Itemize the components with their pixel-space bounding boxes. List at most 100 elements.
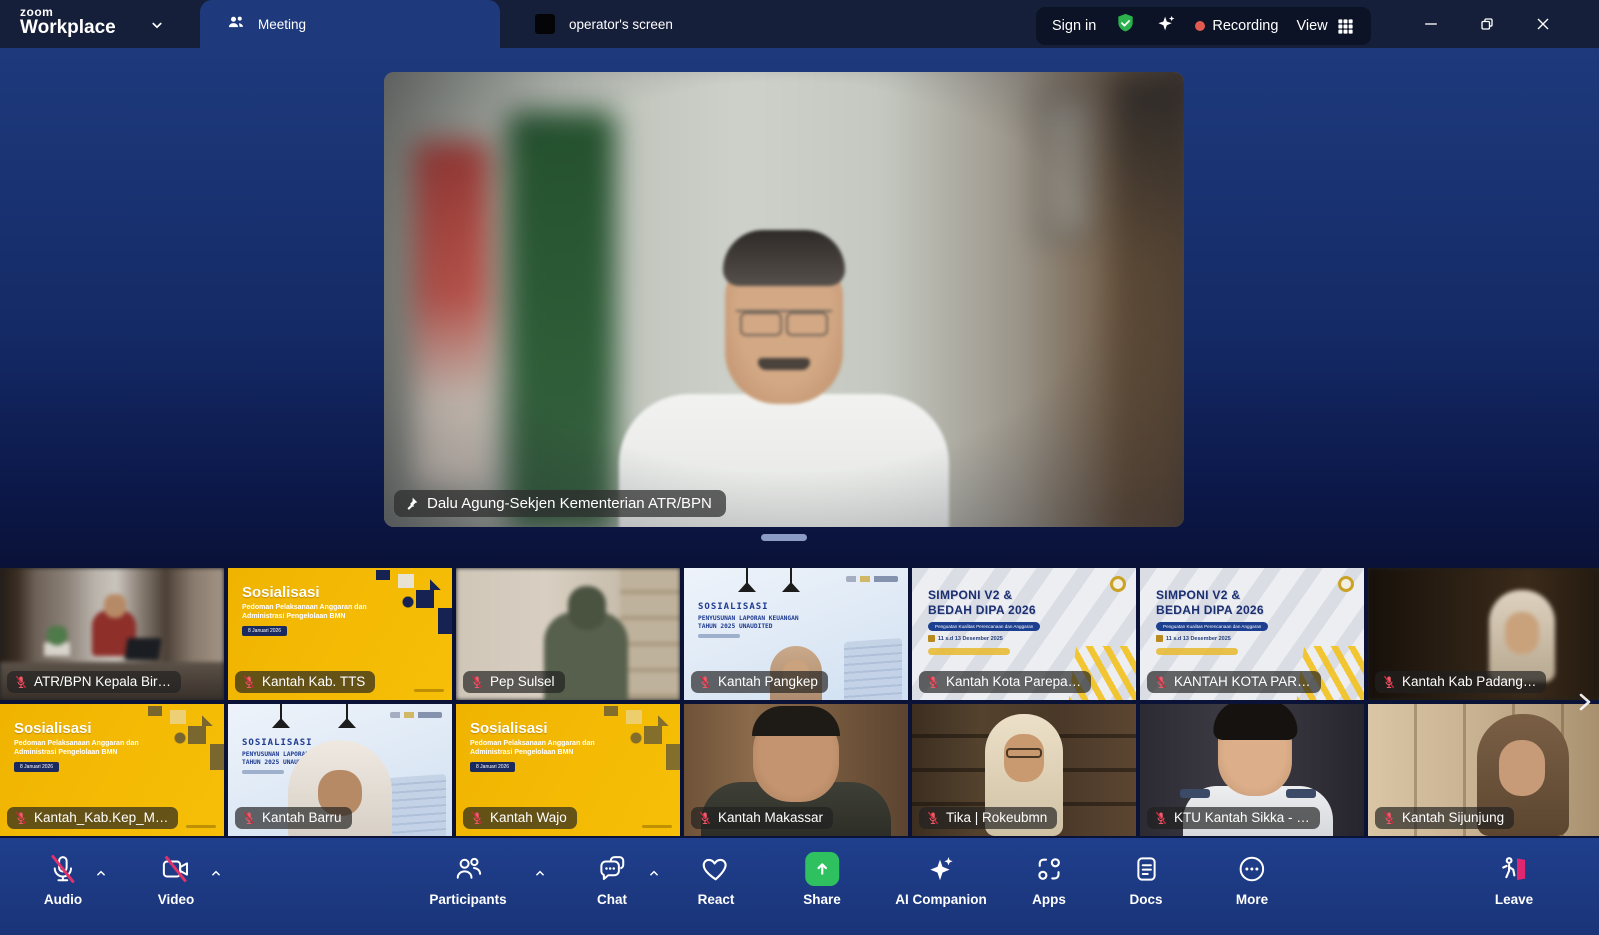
participant-name: KANTAH KOTA PAR… [1174, 674, 1311, 689]
view-label: View [1296, 18, 1327, 34]
apps-button[interactable]: Apps [1032, 852, 1066, 907]
share-label: Share [803, 892, 841, 907]
share-button[interactable]: Share [803, 852, 841, 907]
slide-title2: BEDAH DIPA 2026 [928, 603, 1036, 617]
muted-mic-icon [242, 675, 256, 689]
recording-label: Recording [1212, 18, 1278, 34]
participant-name: Kantah Wajo [490, 810, 567, 825]
participant-name-pill: Kantah_Kab.Kep_M… [7, 807, 178, 829]
restore-window-button[interactable] [1464, 0, 1510, 48]
workspace-dropdown-chevron-icon[interactable] [148, 16, 166, 34]
participant-tile[interactable]: Kantah Sijunjung [1368, 704, 1599, 836]
chat-button[interactable]: Chat [597, 852, 627, 907]
participant-gallery: ATR/BPN Kepala Bir… Sosialisasi Pedoman … [0, 566, 1599, 838]
meeting-toolbar: Audio Video Participants 218 Chat [0, 838, 1599, 935]
docs-icon [1131, 854, 1161, 884]
participant-name-pill: Kantah Sijunjung [1375, 807, 1514, 829]
next-page-arrow[interactable] [1571, 684, 1597, 720]
participant-tile[interactable]: Kantah Kab Padang… [1368, 568, 1599, 700]
slide-title: Sosialisasi [470, 720, 548, 737]
speaker-name: Dalu Agung-Sekjen Kementerian ATR/BPN [427, 495, 712, 512]
zoom-workplace-logo: zoom Workplace [20, 5, 116, 39]
close-button[interactable] [1520, 0, 1566, 48]
participants-label: Participants [429, 892, 506, 907]
participant-name-pill: Kantah Makassar [691, 807, 833, 829]
security-shield-icon[interactable] [1114, 12, 1137, 40]
ai-companion-status-icon[interactable] [1155, 13, 1177, 40]
apps-icon [1034, 854, 1064, 884]
slide-badge: Penguatan Kualitas Perencanaan dan Angga… [1156, 622, 1268, 631]
muted-mic-icon [926, 675, 940, 689]
participant-name: Pep Sulsel [490, 674, 555, 689]
ai-companion-label: AI Companion [895, 892, 987, 907]
participant-tile[interactable]: SOSIALISASI PENYUSUNAN LAPORAN KEUANGAN … [684, 568, 908, 700]
minimize-button[interactable] [1408, 0, 1454, 48]
participant-name: KTU Kantah Sikka - … [1174, 810, 1310, 825]
view-button[interactable]: View [1296, 17, 1354, 36]
react-label: React [698, 892, 735, 907]
participant-name-pill: Kantah Wajo [463, 807, 577, 829]
slide-title2: BEDAH DIPA 2026 [1156, 603, 1264, 617]
leave-button[interactable]: Leave [1495, 852, 1533, 907]
participant-tile[interactable]: SOSIALISASI PENYUSUNAN LAPORAN KEUANGAN … [228, 704, 452, 836]
heart-icon [701, 854, 731, 884]
react-button[interactable]: React [698, 852, 735, 907]
participant-name: ATR/BPN Kepala Bir… [34, 674, 171, 689]
tab-operator-screen[interactable]: operator's screen [505, 0, 835, 48]
muted-mic-icon [698, 811, 712, 825]
meeting-people-icon [226, 13, 246, 36]
ai-companion-button[interactable]: AI Companion [895, 852, 987, 907]
muted-mic-icon [470, 675, 484, 689]
participant-tile[interactable]: SIMPONI V2 & BEDAH DIPA 2026 Penguatan K… [912, 568, 1136, 700]
slide-line2: Administrasi Pengelolaan BMN [470, 749, 573, 756]
participant-tile[interactable]: ATR/BPN Kepala Bir… [0, 568, 224, 700]
participant-tile[interactable]: Sosialisasi Pedoman Pelaksanaan Anggaran… [228, 568, 452, 700]
slide-title: Sosialisasi [242, 584, 320, 601]
video-label: Video [158, 892, 195, 907]
sign-in-button[interactable]: Sign in [1052, 18, 1096, 34]
video-options-chevron[interactable] [209, 866, 224, 886]
audio-button[interactable]: Audio [44, 852, 82, 907]
docs-button[interactable]: Docs [1129, 852, 1162, 907]
participant-tile[interactable]: Pep Sulsel [456, 568, 680, 700]
slide-title1: SIMPONI V2 & [1156, 588, 1240, 602]
participant-name: Kantah Barru [262, 810, 342, 825]
participant-name-pill: Pep Sulsel [463, 671, 565, 693]
slide-badge: Penguatan Kualitas Perencanaan dan Angga… [928, 622, 1040, 631]
more-button[interactable]: More [1236, 852, 1268, 907]
chat-options-chevron[interactable] [647, 866, 662, 886]
participant-name-pill: KANTAH KOTA PAR… [1147, 671, 1321, 693]
participant-tile[interactable]: KTU Kantah Sikka - … [1140, 704, 1364, 836]
speaker-name-tag: Dalu Agung-Sekjen Kementerian ATR/BPN [394, 490, 726, 517]
participant-tile[interactable]: Tika | Rokeubmn [912, 704, 1136, 836]
participant-tile[interactable]: Kantah Makassar [684, 704, 908, 836]
muted-mic-icon [470, 811, 484, 825]
tab-operator-label: operator's screen [569, 17, 673, 32]
participant-tile[interactable]: SIMPONI V2 & BEDAH DIPA 2026 Penguatan K… [1140, 568, 1364, 700]
participant-name: Kantah_Kab.Kep_M… [34, 810, 168, 825]
participants-button[interactable]: Participants [429, 852, 506, 907]
slide-title: SOSIALISASI [698, 602, 769, 612]
share-screen-icon [805, 852, 839, 886]
slide-date: 11 s.d 13 Desember 2025 [938, 636, 1003, 642]
main-speaker-video[interactable]: Dalu Agung-Sekjen Kementerian ATR/BPN [384, 72, 1184, 527]
participant-name: Tika | Rokeubmn [946, 810, 1047, 825]
tab-meeting[interactable]: Meeting [200, 0, 500, 48]
recording-indicator: Recording [1195, 18, 1278, 34]
participant-tile[interactable]: Sosialisasi Pedoman Pelaksanaan Anggaran… [0, 704, 224, 836]
participants-options-chevron[interactable] [533, 866, 548, 886]
video-resize-handle[interactable] [761, 534, 807, 541]
ai-sparkle-icon [926, 854, 956, 884]
participant-name-pill: Kantah Pangkep [691, 671, 828, 693]
slide-line2: TAHUN 2025 UNAUDITED [698, 623, 773, 630]
audio-options-chevron[interactable] [94, 866, 109, 886]
chat-icon [597, 854, 627, 884]
participant-name-pill: Kantah Kota Parepa… [919, 671, 1091, 693]
muted-camera-icon [161, 854, 191, 884]
video-button[interactable]: Video [158, 852, 195, 907]
slide-line1: Pedoman Pelaksanaan Anggaran dan [242, 604, 367, 611]
apps-label: Apps [1032, 892, 1066, 907]
participant-tile[interactable]: Sosialisasi Pedoman Pelaksanaan Anggaran… [456, 704, 680, 836]
tab-meeting-label: Meeting [258, 17, 306, 32]
title-bar: zoom Workplace Meeting operator's screen… [0, 0, 1599, 48]
